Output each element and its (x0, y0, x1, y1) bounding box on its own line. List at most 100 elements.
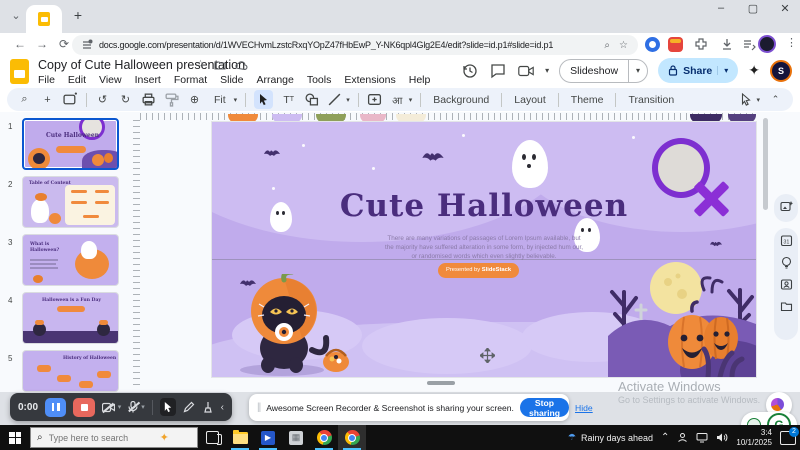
print-icon[interactable] (141, 92, 156, 107)
cat-pumpkin-illustration[interactable] (234, 274, 354, 377)
text-box-tool[interactable]: TT (281, 92, 296, 107)
input-tools-caret-icon[interactable]: ▾ (409, 96, 413, 104)
theme-button[interactable]: Theme (567, 94, 608, 106)
brush-tool-icon[interactable] (202, 401, 214, 413)
line-caret-icon[interactable]: ▾ (346, 96, 350, 104)
extension-blue-icon[interactable] (645, 37, 660, 52)
presented-by-badge[interactable]: Presented by SlideStack (438, 263, 519, 278)
camera-caret-icon[interactable]: ▾ (545, 66, 549, 75)
url-bar[interactable]: docs.google.com/presentation/d/1WVECHvmL… (72, 35, 638, 55)
mic-caret-icon[interactable]: ▾ (141, 403, 145, 411)
slide-canvas[interactable]: Cute Halloween There are many variations… (212, 122, 756, 377)
volume-icon[interactable] (716, 432, 728, 443)
start-button[interactable] (0, 432, 30, 444)
pen-tool-icon[interactable] (183, 401, 195, 413)
slideshow-caret-icon[interactable]: ▾ (629, 66, 647, 75)
extension-red-icon[interactable] (668, 37, 683, 52)
chrome-button[interactable] (310, 425, 338, 450)
tab-search-icon[interactable]: ⌄ (8, 8, 24, 24)
image-sparkle-icon[interactable] (780, 200, 793, 213)
gray-app-button[interactable]: ▦ (282, 425, 310, 450)
speaker-notes-handle[interactable] (427, 381, 455, 385)
shape-tool-icon[interactable] (304, 92, 319, 107)
search-menus-icon[interactable]: ⌕ (17, 92, 32, 107)
paint-format-icon[interactable] (164, 92, 179, 107)
browser-profile-avatar[interactable] (758, 35, 776, 53)
background-button[interactable]: Background (429, 94, 493, 106)
menu-tools[interactable]: Tools (307, 74, 332, 86)
menu-view[interactable]: View (99, 74, 122, 86)
mic-off-icon[interactable] (128, 401, 138, 413)
comments-icon[interactable] (489, 62, 507, 80)
back-icon[interactable]: ← (12, 36, 28, 52)
pointer-mode-caret-icon[interactable]: ▾ (756, 96, 760, 104)
slide-thumbnail-3[interactable]: What is Halloween? (22, 234, 119, 286)
cursor-tool-button[interactable] (160, 398, 176, 416)
stop-recording-button[interactable] (73, 398, 94, 417)
reload-icon[interactable]: ⟳ (56, 36, 72, 52)
keep-notes-icon[interactable] (780, 256, 793, 269)
slideshow-label[interactable]: Slideshow (560, 60, 629, 82)
menu-edit[interactable]: Edit (68, 74, 86, 86)
people-tray-icon[interactable] (677, 432, 688, 443)
forward-icon[interactable]: → (34, 36, 50, 52)
menu-file[interactable]: File (38, 74, 55, 86)
file-explorer-button[interactable] (226, 425, 254, 450)
stop-sharing-button[interactable]: Stop sharing (520, 398, 569, 417)
share-button[interactable]: Share ▾ (658, 58, 738, 83)
download-icon[interactable] (720, 37, 734, 51)
drag-grip-icon[interactable]: || (257, 402, 260, 413)
camera-caret-icon[interactable]: ▾ (118, 403, 122, 411)
slide-body-text[interactable]: There are many variations of passages of… (384, 234, 584, 261)
share-label[interactable]: Share (683, 65, 712, 77)
extensions-puzzle-icon[interactable] (694, 37, 708, 51)
layout-button[interactable]: Layout (510, 94, 550, 106)
transition-button[interactable]: Transition (624, 94, 678, 106)
task-view-button[interactable] (198, 425, 226, 450)
reading-list-icon[interactable] (742, 37, 756, 51)
slideshow-button[interactable]: Slideshow ▾ (559, 59, 648, 83)
menu-help[interactable]: Help (409, 74, 431, 86)
movies-app-button[interactable]: ▶ (254, 425, 282, 450)
ghost-large[interactable] (512, 140, 548, 188)
slide-thumbnail-2[interactable]: Table of Content (22, 176, 119, 228)
redo-icon[interactable]: ↻ (118, 92, 133, 107)
pumpkin-night-scene[interactable] (608, 250, 756, 377)
add-slide-icon[interactable]: + (40, 92, 55, 107)
share-caret-icon[interactable]: ▾ (717, 66, 728, 75)
camera-off-icon[interactable] (102, 402, 115, 413)
version-history-icon[interactable] (461, 62, 479, 80)
menu-slide[interactable]: Slide (220, 74, 243, 86)
account-avatar[interactable]: S (770, 60, 792, 82)
menu-arrange[interactable]: Arrange (256, 74, 293, 86)
search-input[interactable] (49, 433, 154, 443)
zoom-fit-select[interactable]: Fit (210, 94, 230, 106)
gemini-sparkle-icon[interactable]: ✦ (748, 62, 760, 79)
move-folder-icon[interactable] (214, 59, 226, 71)
pause-recording-button[interactable] (45, 398, 66, 417)
window-close-button[interactable]: ✕ (776, 2, 794, 15)
notification-center-button[interactable]: 2 (780, 431, 796, 445)
folder-panel-icon[interactable] (780, 300, 793, 313)
window-maximize-button[interactable]: ▢ (744, 2, 762, 15)
browser-menu-icon[interactable]: ⋮ (786, 36, 797, 49)
zoom-icon[interactable]: ⊕ (187, 92, 202, 107)
new-slide-layout-icon[interactable] (63, 92, 78, 107)
weather-widget[interactable]: ☂ Rainy days ahead (568, 432, 653, 443)
fit-caret-icon[interactable]: ▾ (234, 96, 238, 104)
contacts-icon[interactable] (780, 278, 793, 291)
search-in-page-icon[interactable]: ⌕ (604, 40, 610, 51)
star-document-icon[interactable]: ☆ (196, 59, 205, 71)
bookmark-star-icon[interactable]: ☆ (619, 40, 628, 51)
menu-insert[interactable]: Insert (135, 74, 161, 86)
insert-image-icon[interactable] (367, 92, 382, 107)
slide-thumbnail-1[interactable]: Cute Halloween (22, 118, 119, 170)
chrome-active-button[interactable] (338, 425, 366, 450)
site-info-icon[interactable] (81, 39, 93, 51)
calendar-icon[interactable]: 31 (780, 234, 793, 247)
tray-expand-icon[interactable]: ⌃ (661, 432, 669, 443)
pointer-mode-icon[interactable] (740, 93, 752, 106)
network-icon[interactable] (696, 432, 708, 443)
menu-format[interactable]: Format (174, 74, 207, 86)
collapse-toolbar-icon[interactable]: ⌃ (768, 92, 783, 107)
